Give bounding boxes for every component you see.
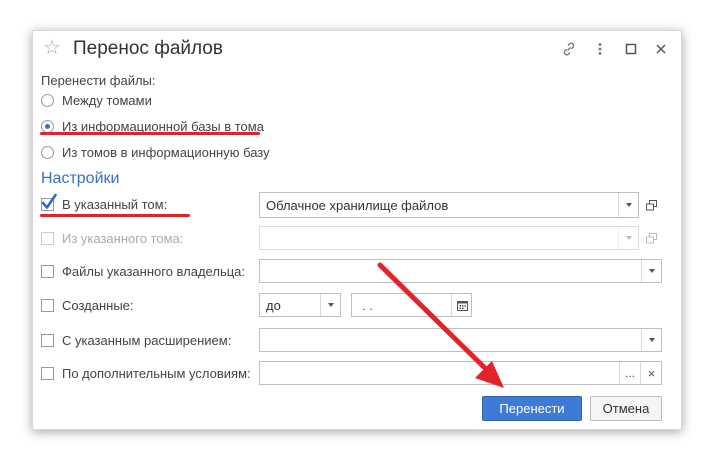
chevron-down-icon[interactable]	[618, 227, 639, 249]
transfer-files-label: Перенести файлы:	[41, 73, 156, 88]
created-mode-select[interactable]: до	[259, 293, 341, 317]
from-volume-select[interactable]	[259, 226, 639, 250]
owner-files-select[interactable]	[259, 259, 662, 283]
from-volume-label: Из указанного тома:	[62, 230, 184, 246]
conditions-checkbox[interactable]	[41, 366, 54, 380]
extension-checkbox[interactable]	[41, 333, 54, 347]
link-icon[interactable]	[559, 39, 579, 59]
created-date-input[interactable]: . .	[351, 293, 472, 317]
checkmark-icon	[41, 193, 57, 209]
created-option[interactable]: Созданные:	[41, 294, 134, 316]
calendar-icon[interactable]	[451, 294, 472, 316]
cancel-button[interactable]: Отмена	[590, 396, 662, 421]
owner-files-label: Файлы указанного владельца:	[62, 263, 246, 279]
transfer-files-dialog: ☆ Перенос файлов Перенести файлы: Между …	[32, 30, 682, 430]
chevron-down-icon[interactable]	[641, 329, 662, 351]
more-options-button[interactable]: ...	[619, 362, 640, 384]
maximize-icon[interactable]	[621, 39, 641, 59]
radio-label: Из томов в информационную базу	[62, 144, 270, 160]
star-icon[interactable]: ☆	[43, 37, 61, 59]
radio-button[interactable]	[41, 93, 54, 107]
conditions-input[interactable]: ... ×	[259, 361, 662, 385]
annotation-underline	[40, 214, 190, 217]
chevron-down-icon[interactable]	[618, 193, 639, 217]
extension-label: С указанным расширением:	[62, 332, 232, 348]
open-volume-icon[interactable]	[640, 193, 662, 217]
settings-heading: Настройки	[41, 170, 120, 187]
owner-files-option[interactable]: Файлы указанного владельца:	[41, 260, 245, 282]
open-volume-icon	[640, 226, 662, 250]
owner-files-checkbox[interactable]	[41, 264, 54, 278]
close-icon[interactable]	[651, 39, 671, 59]
conditions-label: По дополнительным условиям:	[62, 365, 251, 381]
radio-button[interactable]	[41, 145, 54, 159]
extension-option[interactable]: С указанным расширением:	[41, 329, 231, 351]
conditions-option[interactable]: По дополнительным условиям:	[41, 362, 251, 384]
to-volume-option[interactable]: В указанный том:	[41, 193, 167, 215]
from-volume-checkbox[interactable]	[41, 231, 54, 245]
chevron-down-icon[interactable]	[641, 260, 662, 282]
to-volume-checkbox[interactable]	[41, 193, 57, 211]
created-date-value: . .	[362, 298, 373, 313]
dialog-title: Перенос файлов	[73, 38, 223, 59]
to-volume-select[interactable]: Облачное хранилище файлов	[259, 192, 639, 218]
radio-label: Между томами	[62, 92, 152, 108]
transfer-button[interactable]: Перенести	[482, 396, 582, 421]
annotation-underline	[40, 132, 260, 135]
clear-button[interactable]: ×	[640, 362, 662, 384]
title-bar: ☆ Перенос файлов	[33, 31, 681, 67]
created-label: Созданные:	[62, 297, 134, 313]
extension-select[interactable]	[259, 328, 662, 352]
created-checkbox[interactable]	[41, 298, 54, 312]
created-mode-value: до	[266, 298, 281, 313]
radio-button[interactable]	[41, 119, 54, 133]
chevron-down-icon[interactable]	[320, 294, 341, 316]
to-volume-label: В указанный том:	[62, 196, 168, 212]
radio-volumes-to-infobase[interactable]: Из томов в информационную базу	[41, 142, 270, 162]
from-volume-option[interactable]: Из указанного тома:	[41, 227, 183, 249]
to-volume-value: Облачное хранилище файлов	[266, 198, 449, 213]
more-vertical-icon[interactable]	[590, 39, 610, 59]
radio-between-volumes[interactable]: Между томами	[41, 90, 152, 110]
